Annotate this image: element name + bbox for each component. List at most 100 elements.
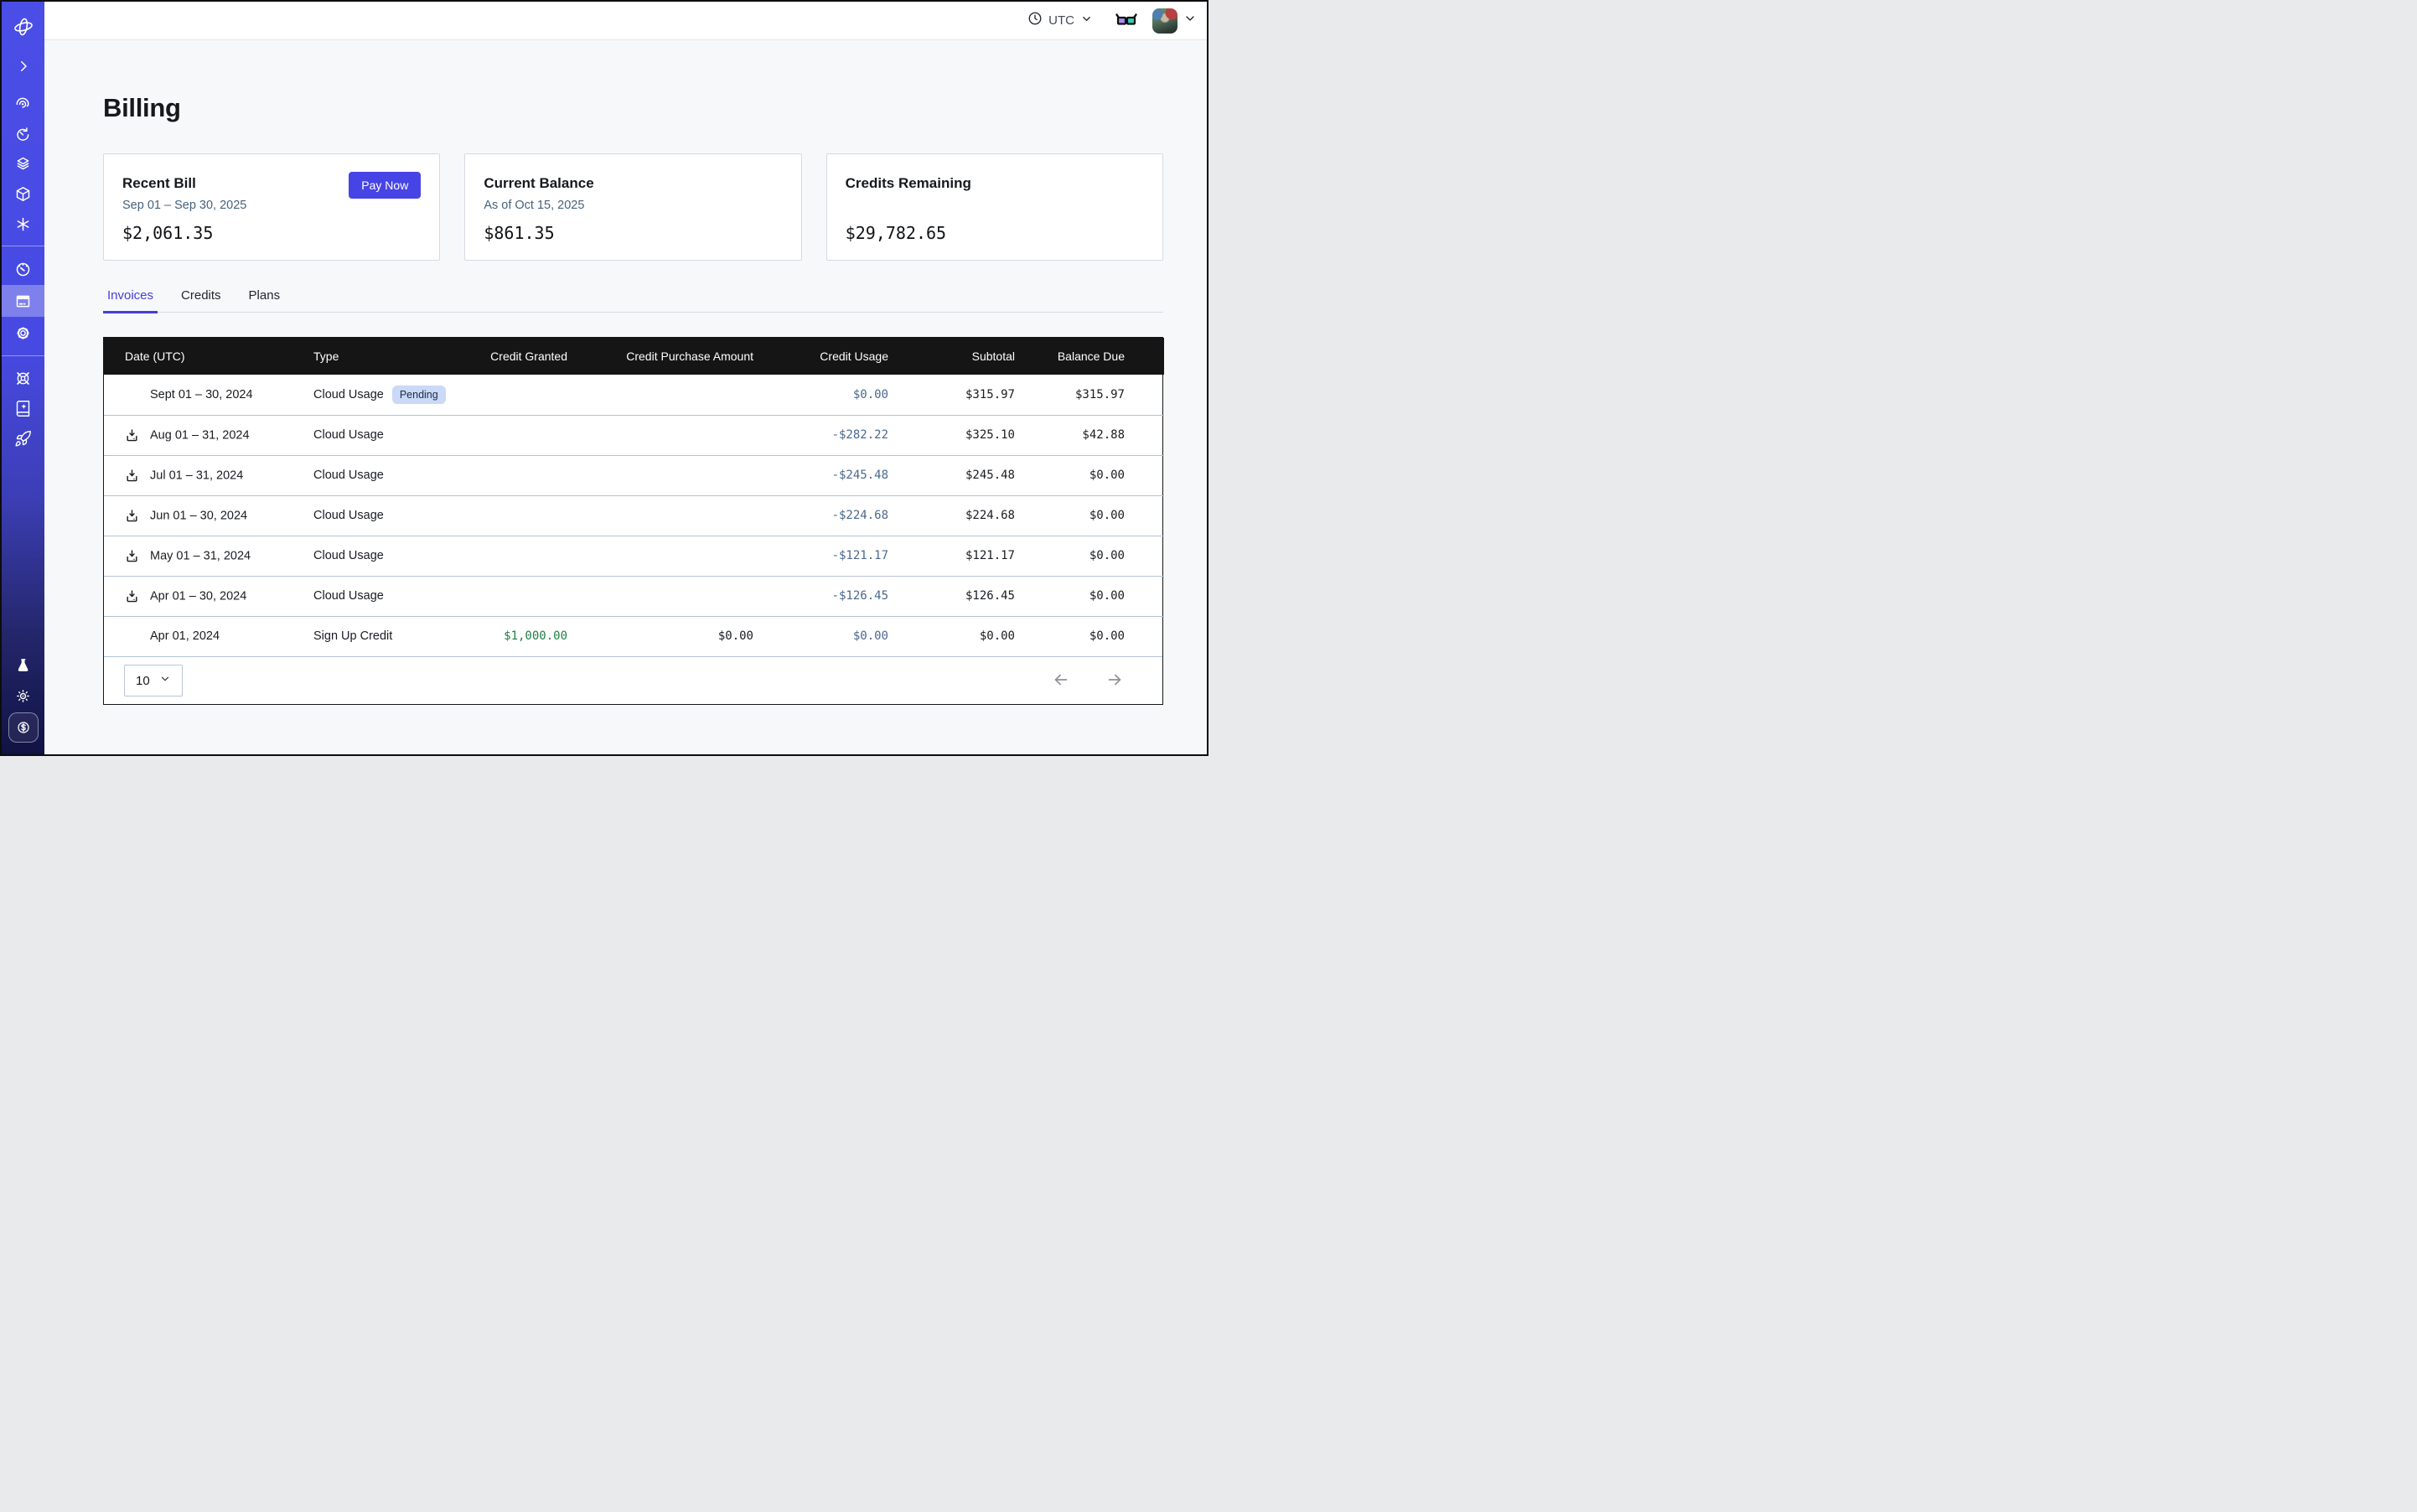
credit-usage-cell: -$245.48 [760,455,895,495]
credit-granted-cell [473,375,574,415]
credit-purchase-amount-cell [574,455,760,495]
column-header-subtotal: Subtotal [895,338,1022,375]
credit-purchase-amount-cell [574,375,760,415]
previous-page-button[interactable] [1052,671,1070,691]
tab-credits[interactable]: Credits [177,288,225,312]
clock-icon [1027,11,1043,30]
page-size-select[interactable]: 10 [124,665,183,696]
invoice-type: Cloud Usage [313,589,384,603]
balance-due-cell: $0.00 [1022,536,1164,576]
credit-purchase-amount-cell [574,495,760,536]
credit-usage-cell: -$121.17 [760,536,895,576]
balance-due-cell: $0.00 [1022,495,1164,536]
recent-bill-amount: $2,061.35 [122,223,213,243]
invoice-row: May 01 – 31, 2024Cloud Usage-$121.17$121… [104,536,1164,576]
credit-purchase-amount-cell [574,576,760,616]
pagination-bar: 10 [104,656,1162,704]
column-header-balance-due: Balance Due [1022,338,1164,375]
invoice-type: Cloud Usage [313,469,384,482]
billing-screen: UTC Billing Recent Bill Sep 01 [0,0,1208,756]
sidebar-item-docs[interactable] [2,393,44,423]
avatar[interactable] [1152,8,1177,34]
credit-usage-cell: -$224.68 [760,495,895,536]
invoice-table-body: Sept 01 – 30, 2024 Cloud Usage Pending $0.0… [104,375,1164,656]
tab-invoices[interactable]: Invoices [103,288,158,312]
balance-due-cell: $42.88 [1022,415,1164,455]
invoice-period: Apr 01, 2024 [150,629,220,643]
summary-cards: Recent Bill Sep 01 – Sep 30, 2025 $2,061… [103,153,1163,261]
invoice-type: Cloud Usage [313,549,384,562]
sidebar-item-observe[interactable] [2,88,44,118]
next-page-button[interactable] [1105,671,1124,691]
subtotal-cell: $126.45 [895,576,1022,616]
credits-button[interactable] [8,712,39,743]
sidebar-item-sessions[interactable] [2,118,44,148]
sidebar-item-settings[interactable] [2,317,44,349]
flask-icon [15,657,32,674]
page-title: Billing [103,93,1163,123]
chevron-right-icon [16,59,31,74]
orbit-logo-icon[interactable] [2,14,44,39]
download-invoice-icon[interactable] [125,509,150,523]
column-header-credit-purchase-amount: Credit Purchase Amount [574,338,760,375]
credit-usage-cell: -$282.22 [760,415,895,455]
invoice-row: Sept 01 – 30, 2024Cloud UsagePending$0.0… [104,375,1164,415]
download-invoice-icon[interactable] [125,589,150,603]
sidebar-item-getting-started[interactable] [2,423,44,453]
download-invoice-icon[interactable] [125,549,150,563]
sidebar-item-labs[interactable] [2,650,44,681]
glasses-icon[interactable] [1115,13,1137,28]
arrow-right-icon [1105,671,1124,691]
credit-usage-cell: $0.00 [760,616,895,656]
credit-granted-cell [473,576,574,616]
timezone-selector[interactable]: UTC [1027,11,1093,30]
account-menu-button[interactable] [1183,12,1197,29]
wheel-icon [14,370,32,387]
card-title: Current Balance [484,175,593,192]
card-title: Recent Bill [122,175,196,192]
invoice-period: Sept 01 – 30, 2024 [150,388,253,401]
sidebar-item-support[interactable] [2,363,44,393]
main-content: Billing Recent Bill Sep 01 – Sep 30, 202… [44,41,1207,754]
invoice-period: Jul 01 – 31, 2024 [150,469,243,482]
invoice-type: Cloud Usage [313,509,384,522]
subtotal-cell: $0.00 [895,616,1022,656]
timezone-label: UTC [1048,13,1074,28]
column-header-date-utc-: Date (UTC) [104,338,313,375]
subtotal-cell: $315.97 [895,375,1022,415]
invoice-row: Jul 01 – 31, 2024 Cloud Usage -$245.48$245… [104,455,1164,495]
sidebar-item-services[interactable] [2,209,44,239]
chevron-down-icon [159,673,171,688]
sidebar-item-dashboard[interactable] [2,253,44,285]
invoice-type: Cloud Usage [313,428,384,442]
credit-purchase-amount-cell [574,415,760,455]
invoice-row: Apr 01, 2024Sign Up Credit$1,000.00$0.00… [104,616,1164,656]
column-header-credit-granted: Credit Granted [473,338,574,375]
recent-bill-card: Recent Bill Sep 01 – Sep 30, 2025 $2,061… [103,153,440,261]
subtotal-cell: $325.10 [895,415,1022,455]
balance-due-cell: $0.00 [1022,576,1164,616]
spiral-eye-icon [14,95,32,112]
subtotal-cell: $121.17 [895,536,1022,576]
status-badge: Pending [392,386,446,404]
subtotal-cell: $224.68 [895,495,1022,536]
sidebar-item-billing[interactable] [2,285,44,317]
expand-sidebar-button[interactable] [2,51,44,81]
invoice-type: Sign Up Credit [313,629,392,643]
download-invoice-icon[interactable] [125,469,150,483]
download-invoice-icon[interactable] [125,428,150,443]
cube-icon [14,185,32,203]
sidebar-item-layers[interactable] [2,148,44,179]
invoice-row: Aug 01 – 31, 2024Cloud Usage-$282.22$325… [104,415,1164,455]
invoice-period: Jun 01 – 30, 2024 [150,509,247,522]
balance-due-cell: $0.00 [1022,616,1164,656]
column-header-type: Type [313,338,473,375]
pay-now-button[interactable]: Pay Now [349,172,421,199]
arrow-left-icon [1052,671,1070,691]
balance-due-cell: $0.00 [1022,455,1164,495]
sidebar-item-packages[interactable] [2,179,44,209]
current-balance-card: Current Balance As of Oct 15, 2025 $861.… [464,153,801,261]
sidebar-item-theme-toggle[interactable] [2,681,44,711]
subtotal-cell: $245.48 [895,455,1022,495]
tab-plans[interactable]: Plans [245,288,285,312]
